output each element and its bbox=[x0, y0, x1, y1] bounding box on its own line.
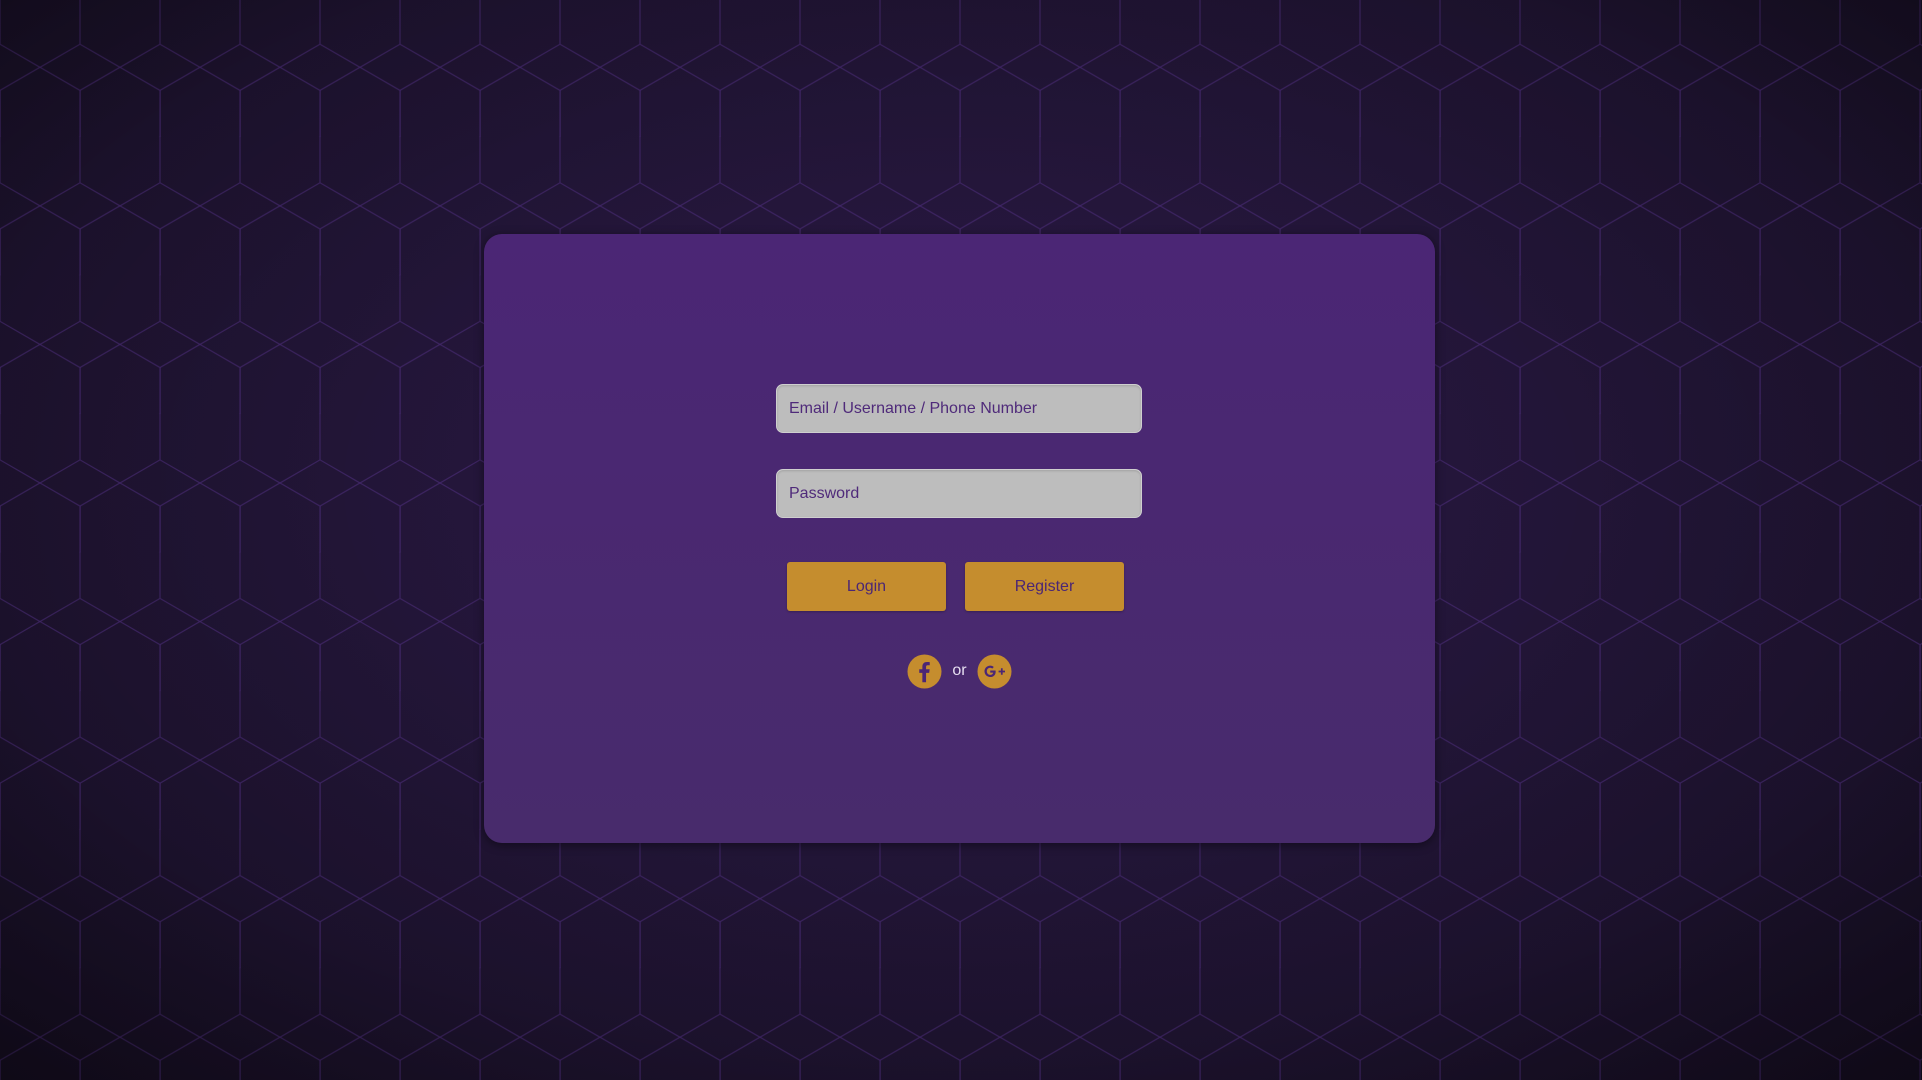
register-button[interactable]: Register bbox=[965, 562, 1124, 611]
login-button[interactable]: Login bbox=[787, 562, 946, 611]
google-plus-icon[interactable] bbox=[977, 653, 1012, 689]
or-separator: or bbox=[952, 662, 967, 679]
social-login-row: or bbox=[484, 653, 1435, 689]
login-card: Login Register or bbox=[484, 234, 1435, 843]
email-username-phone-input[interactable] bbox=[776, 384, 1142, 433]
password-input[interactable] bbox=[776, 469, 1142, 518]
facebook-icon[interactable] bbox=[907, 653, 942, 689]
